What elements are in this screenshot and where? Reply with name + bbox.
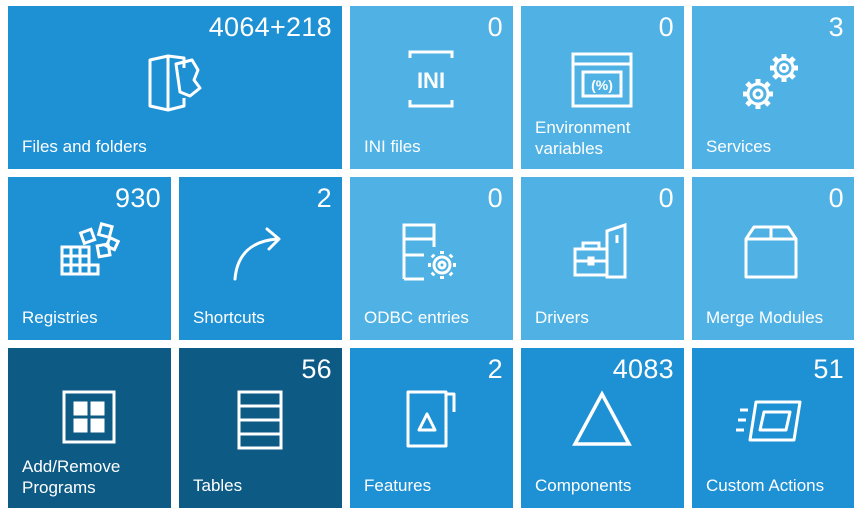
tile-label: Shortcuts [193, 308, 265, 327]
tile-shortcuts[interactable]: 2 Shortcuts [179, 177, 342, 340]
tile-components[interactable]: 4083 Components [521, 348, 684, 508]
tile-label: Drivers [535, 308, 589, 327]
drivers-icon [567, 217, 637, 287]
tile-merge-modules[interactable]: 0 Merge Modules [692, 177, 854, 340]
tile-add-remove-programs[interactable]: Add/Remove Programs [8, 348, 171, 508]
tile-count: 930 [115, 183, 161, 213]
tile-count: 51 [813, 354, 844, 384]
tile-label: Files and folders [22, 137, 147, 156]
tile-count: 2 [316, 183, 332, 213]
tile-label: Components [535, 476, 632, 495]
add-remove-programs-icon [54, 382, 124, 452]
odbc-icon [396, 217, 466, 287]
tile-count: 2 [487, 354, 503, 384]
svg-text:(%): (%) [591, 77, 613, 93]
tile-drivers[interactable]: 0 Drivers [521, 177, 684, 340]
tables-icon [225, 384, 295, 454]
files-and-folders-icon [140, 48, 210, 118]
tile-count: 56 [301, 354, 332, 384]
tile-label: Features [364, 476, 432, 495]
tile-label: Environment variables [535, 118, 631, 158]
tile-count: 4064+218 [208, 12, 332, 42]
tile-environment-variables[interactable]: (%) 0 Environment variables [521, 6, 684, 169]
tile-services[interactable]: 3 Services [692, 6, 854, 169]
tile-count: 0 [658, 183, 674, 213]
custom-actions-icon [736, 384, 806, 454]
shortcut-arrow-icon [225, 217, 295, 287]
tile-count: 4083 [612, 354, 674, 384]
tile-count: 0 [487, 183, 503, 213]
tile-count: 0 [828, 183, 844, 213]
tile-ini-files[interactable]: INI 0 INI files [350, 6, 513, 169]
tile-features[interactable]: 2 Features [350, 348, 513, 508]
gears-icon [736, 46, 806, 116]
tile-label: Merge Modules [706, 308, 824, 327]
environment-variables-icon: (%) [567, 46, 637, 116]
ini-icon: INI [396, 44, 466, 114]
tile-odbc-entries[interactable]: 0 ODBC entries [350, 177, 513, 340]
tile-label: Custom Actions [706, 476, 825, 495]
tile-tables[interactable]: 56 Tables [179, 348, 342, 508]
tile-registries[interactable]: 930 Registries [8, 177, 171, 340]
tile-label: Tables [193, 476, 243, 495]
merge-modules-box-icon [736, 217, 806, 287]
tile-label: INI files [364, 137, 421, 156]
tile-custom-actions[interactable]: 51 Custom Actions [692, 348, 854, 508]
tile-files-and-folders[interactable]: 4064+218 Files and folders [8, 6, 342, 169]
tile-label: Services [706, 137, 772, 156]
registry-icon [54, 217, 124, 287]
tile-count: 3 [828, 12, 844, 42]
svg-text:INI: INI [417, 68, 445, 93]
tile-label: Add/Remove Programs [22, 457, 121, 497]
tile-label: Registries [22, 308, 98, 327]
tile-label: ODBC entries [364, 308, 469, 327]
tile-count: 0 [487, 12, 503, 42]
components-triangle-icon [567, 384, 637, 454]
features-icon [396, 384, 466, 454]
tile-count: 0 [658, 12, 674, 42]
